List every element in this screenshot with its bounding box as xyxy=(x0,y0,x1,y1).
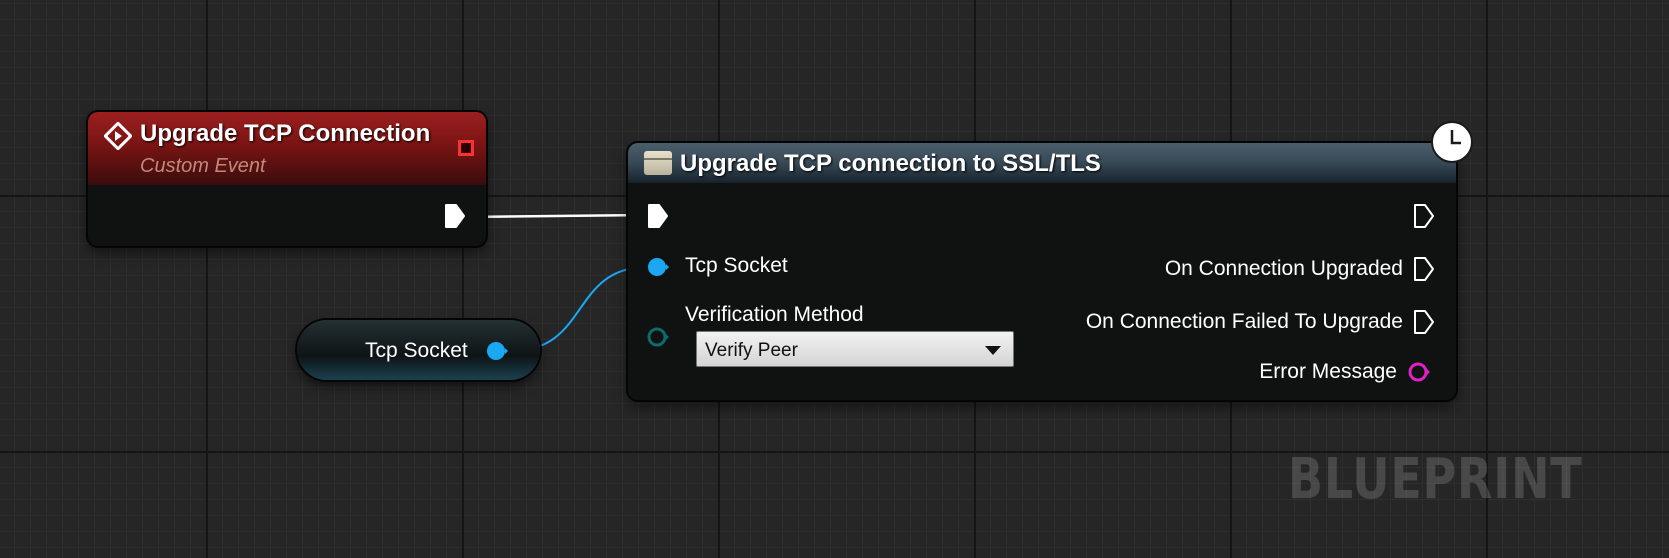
on-connection-upgraded-label: On Connection Upgraded xyxy=(1164,257,1403,280)
event-subtitle: Custom Event xyxy=(140,155,266,177)
error-message-label: Error Message xyxy=(1259,360,1397,383)
tcp-socket-input-label: Tcp Socket xyxy=(685,254,788,277)
object-output-pin[interactable] xyxy=(486,340,508,362)
exec-output-pin[interactable] xyxy=(444,203,466,229)
blueprint-watermark: BLUEPRINT xyxy=(1288,447,1583,512)
chevron-down-icon xyxy=(985,346,1001,355)
error-message-pin[interactable] xyxy=(1408,361,1430,383)
verification-method-pin[interactable] xyxy=(647,326,669,348)
dropdown-selected-value: Verify Peer xyxy=(705,340,798,361)
verification-method-label: Verification Method xyxy=(685,303,864,326)
event-node-header: Upgrade TCP Connection Custom Event xyxy=(88,112,486,185)
on-connection-failed-pin[interactable] xyxy=(1413,309,1435,335)
on-connection-upgraded-pin[interactable] xyxy=(1413,256,1435,282)
exec-output-pin-then[interactable] xyxy=(1413,203,1435,229)
custom-event-icon xyxy=(104,122,132,150)
tcp-socket-getter-node[interactable]: Tcp Socket xyxy=(297,320,540,380)
function-title: Upgrade TCP connection to SSL/TLS xyxy=(680,150,1101,177)
event-title: Upgrade TCP Connection xyxy=(140,120,431,147)
verification-method-dropdown[interactable]: Verify Peer xyxy=(696,331,1014,367)
exec-input-pin[interactable] xyxy=(647,203,669,229)
clock-icon xyxy=(1431,121,1473,163)
tcp-socket-input-pin[interactable] xyxy=(647,256,669,278)
custom-event-node[interactable]: Upgrade TCP Connection Custom Event xyxy=(88,112,486,246)
exec-wire xyxy=(465,213,649,219)
on-connection-failed-label: On Connection Failed To Upgrade xyxy=(1085,310,1403,333)
function-node-header: Upgrade TCP connection to SSL/TLS xyxy=(628,143,1456,183)
function-icon xyxy=(644,151,672,175)
delegate-pin[interactable] xyxy=(458,140,474,156)
getter-label: Tcp Socket xyxy=(365,339,468,362)
